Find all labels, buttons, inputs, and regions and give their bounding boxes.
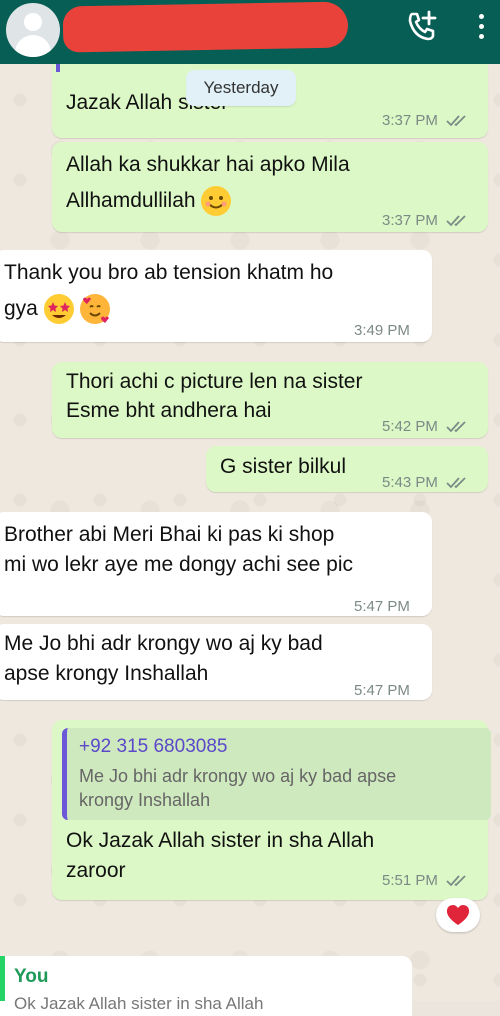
message-meta: 5:51 PM [382,872,472,889]
message-time: 3:49 PM [354,322,410,339]
message-line: Thank you bro ab tension khatm ho [4,261,334,284]
reply-accent-bar [0,956,5,1001]
message-bubble[interactable]: Me Jo bhi adr krongy wo aj ky bad apse k… [0,624,432,700]
quoted-line: krongy Inshallah [79,790,211,810]
message-bubble[interactable]: Thank you bro ab tension khatm ho gya 3:… [0,250,432,342]
message-line: Allhamdullilah [66,189,196,212]
smiling-face-with-hearts-emoji-icon [79,294,110,325]
message-meta: 5:42 PM [382,412,472,442]
message-bubble[interactable]: Thori achi c picture len na sister Esme … [52,362,488,438]
date-divider: Yesterday [186,70,296,106]
message-line: Thori achi c picture len na sister [66,370,363,393]
smiling-face-emoji-icon [201,186,232,217]
message-time: 3:37 PM [382,112,438,129]
message-time: 5:47 PM [354,682,410,699]
read-ticks-icon [446,215,466,227]
message-time: 5:51 PM [382,872,438,889]
message-line: gya [4,297,38,320]
message-meta: 3:37 PM [382,106,472,136]
quoted-message[interactable]: +92 315 6803085 Me Jo bhi adr krongy wo … [62,728,491,820]
read-ticks-icon [446,421,466,433]
message-reaction[interactable] [436,898,480,932]
message-line: apse krongy Inshallah [4,662,209,685]
message-text: G sister bilkul [220,455,347,478]
message-bubble[interactable]: Allah ka shukkar hai apko Mila Allhamdul… [52,142,488,232]
add-call-icon[interactable] [404,8,440,44]
message-time: 5:47 PM [354,598,410,615]
message-meta: 3:37 PM [382,206,472,236]
reply-snippet: Ok Jazak Allah sister in sha Allah [14,994,264,1013]
read-ticks-icon [446,477,466,489]
contact-avatar[interactable] [6,3,60,57]
message-bubble[interactable]: G sister bilkul 5:43 PM [206,446,488,492]
redacted-contact-name[interactable] [62,1,349,53]
more-vertical-icon[interactable] [478,14,486,46]
message-line: Me Jo bhi adr krongy wo aj ky bad [4,632,323,655]
reply-preview[interactable]: You Ok Jazak Allah sister in sha Allah [0,956,412,1016]
message-line: Esme bht andhera hai [66,399,272,422]
heart-icon [446,905,470,925]
message-time: 5:43 PM [382,474,438,491]
message-line: Allah ka shukkar hai apko Mila [66,153,350,176]
message-line: Brother abi Meri Bhai ki pas ki shop [4,523,335,546]
quoted-text: Me Jo bhi adr krongy wo aj ky bad apse k… [79,764,474,812]
read-ticks-icon [446,875,466,887]
quoted-line: Me Jo bhi adr krongy wo aj ky bad apse [79,766,397,786]
star-struck-emoji-icon [43,294,74,325]
reply-sender: You [14,966,49,987]
message-meta: 5:43 PM [382,468,472,498]
message-line: zaroor [66,859,126,882]
quoted-sender: +92 315 6803085 [79,736,228,757]
message-bubble[interactable]: Brother abi Meri Bhai ki pas ki shop mi … [0,512,432,616]
message-time: 5:42 PM [382,418,438,435]
message-line: mi wo lekr aye me dongy achi see pic [4,553,353,576]
chat-header [0,0,500,64]
message-time: 3:37 PM [382,212,438,229]
message-line: Ok Jazak Allah sister in sha Allah [66,829,375,852]
read-ticks-icon [446,115,466,127]
